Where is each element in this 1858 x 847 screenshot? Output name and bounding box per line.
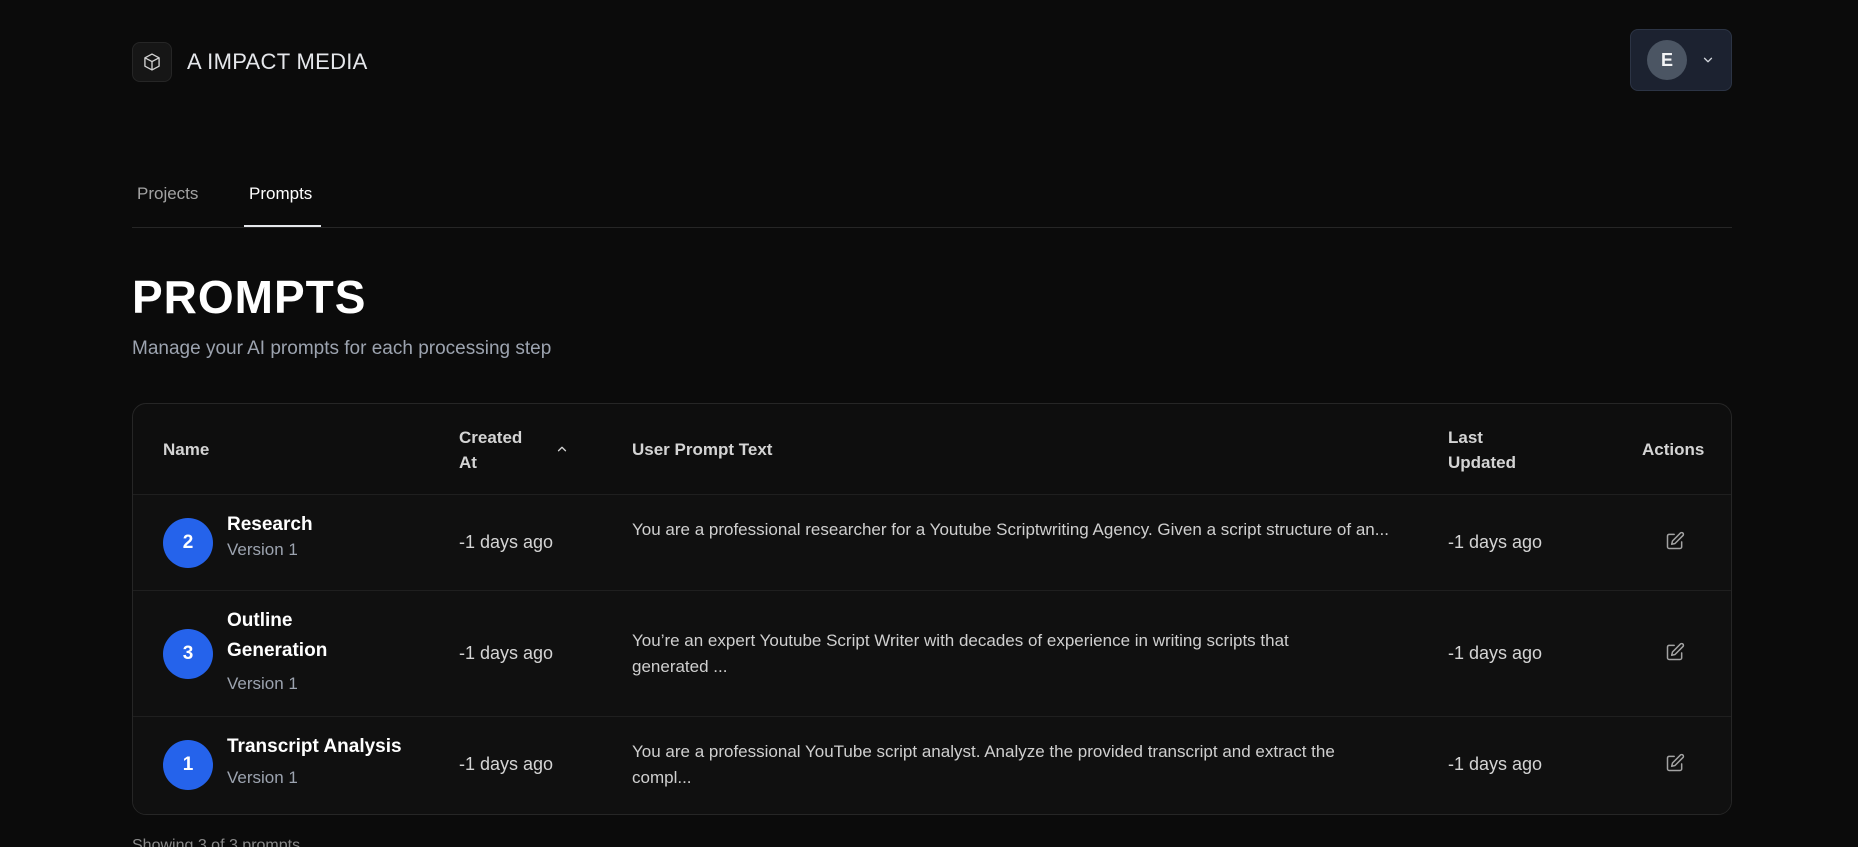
last-updated: -1 days ago bbox=[1448, 754, 1543, 774]
prompt-version: Version 1 bbox=[227, 768, 298, 787]
column-header-prompt-text[interactable]: User Prompt Text bbox=[632, 437, 772, 462]
step-badge: 2 bbox=[163, 518, 213, 568]
top-header: A IMPACT MEDIA E bbox=[132, 28, 1732, 92]
table-row[interactable]: 3 Outline Generation Version 1 -1 days a… bbox=[133, 591, 1731, 717]
created-at: -1 days ago bbox=[459, 643, 554, 663]
edit-icon[interactable] bbox=[1664, 530, 1686, 552]
avatar: E bbox=[1647, 40, 1687, 80]
chevron-down-icon bbox=[1701, 53, 1715, 67]
last-updated: -1 days ago bbox=[1448, 643, 1543, 663]
table-row[interactable]: 2 Research Version 1 -1 days ago You are… bbox=[133, 495, 1731, 591]
created-at: -1 days ago bbox=[459, 532, 554, 552]
last-updated: -1 days ago bbox=[1448, 532, 1543, 552]
prompt-version: Version 1 bbox=[227, 540, 298, 559]
prompts-page: A IMPACT MEDIA E Projects Prompts PROMPT… bbox=[0, 0, 1858, 847]
page-title: PROMPTS bbox=[132, 271, 367, 323]
page-subtitle: Manage your AI prompts for each processi… bbox=[132, 338, 552, 359]
prompt-name: Research bbox=[227, 514, 313, 535]
table-header: Name Created At User Prompt Text Last Up… bbox=[133, 404, 1731, 495]
column-header-name[interactable]: Name bbox=[163, 437, 209, 462]
user-menu-button[interactable]: E bbox=[1630, 29, 1732, 91]
prompt-version: Version 1 bbox=[227, 674, 298, 693]
brand-name: A IMPACT MEDIA bbox=[187, 49, 368, 74]
step-badge: 1 bbox=[163, 740, 213, 790]
chevron-up-icon[interactable] bbox=[555, 438, 569, 463]
created-at: -1 days ago bbox=[459, 754, 554, 774]
tab-projects[interactable]: Projects bbox=[137, 184, 198, 204]
prompt-count-text: Showing 3 of 3 prompts bbox=[132, 837, 301, 847]
prompts-table: Name Created At User Prompt Text Last Up… bbox=[132, 403, 1732, 815]
cube-icon bbox=[132, 42, 172, 82]
prompt-name: Outline Generation bbox=[227, 610, 328, 661]
step-badge: 3 bbox=[163, 629, 213, 679]
brand[interactable]: A IMPACT MEDIA bbox=[132, 42, 368, 82]
prompt-text: You are a professional YouTube script an… bbox=[632, 742, 1335, 787]
column-header-actions: Actions bbox=[1642, 440, 1705, 459]
prompt-name: Transcript Analysis bbox=[227, 736, 402, 757]
prompt-text: You’re an expert Youtube Script Writer w… bbox=[632, 631, 1289, 676]
edit-icon[interactable] bbox=[1664, 641, 1686, 663]
tab-prompts[interactable]: Prompts bbox=[249, 184, 312, 204]
column-header-last-updated[interactable]: Last Updated bbox=[1448, 425, 1528, 475]
tab-bar: Projects Prompts bbox=[132, 180, 1732, 228]
prompt-text: You are a professional researcher for a … bbox=[632, 520, 1389, 539]
edit-icon[interactable] bbox=[1664, 752, 1686, 774]
column-header-created-at[interactable]: Created At bbox=[459, 425, 539, 475]
active-tab-indicator bbox=[244, 225, 321, 227]
table-row[interactable]: 1 Transcript Analysis Version 1 -1 days … bbox=[133, 717, 1731, 814]
